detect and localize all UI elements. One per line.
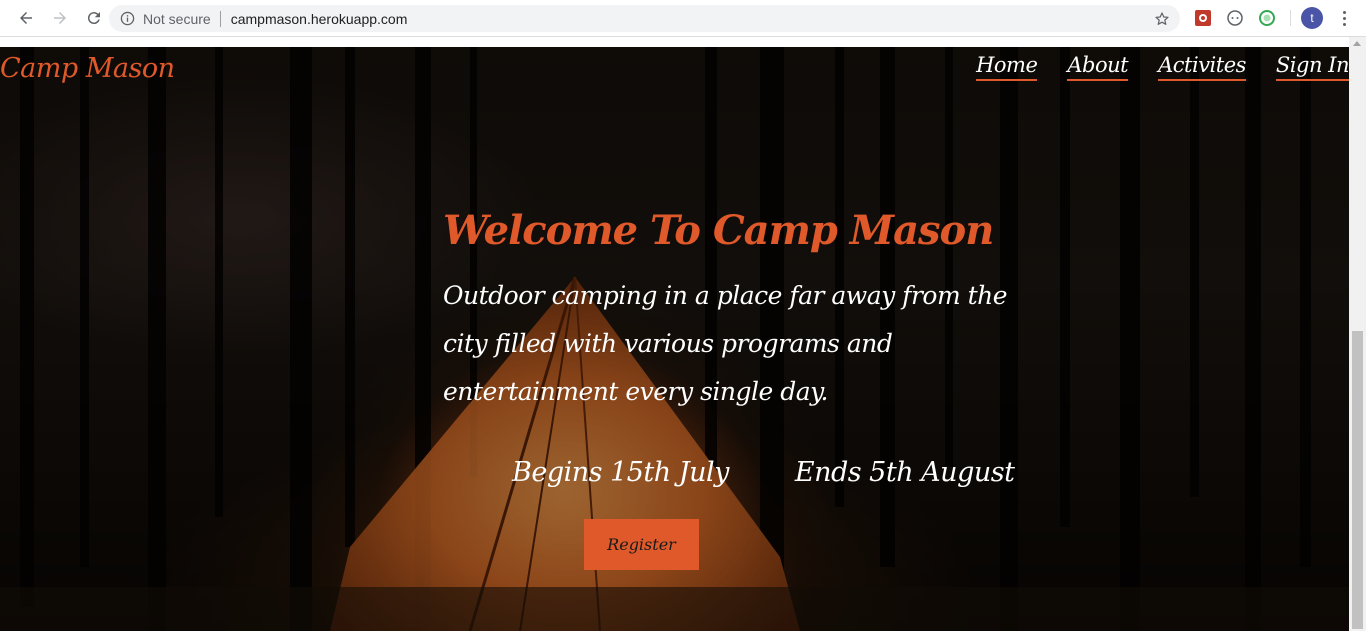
reload-icon (87, 12, 100, 25)
end-date: Ends 5th August (794, 457, 1015, 488)
nav-about[interactable]: About (1067, 53, 1129, 81)
back-arrow-icon (20, 12, 32, 24)
omnibox-separator (219, 10, 221, 27)
register-button[interactable]: Register (584, 519, 699, 570)
page-scrollbar[interactable] (1349, 37, 1366, 631)
hero-title: Welcome To Camp Mason (443, 207, 994, 254)
begin-date: Begins 15th July (512, 457, 729, 488)
star-icon[interactable] (1152, 9, 1172, 29)
profile-avatar[interactable]: t (1301, 7, 1323, 29)
back-button[interactable] (10, 2, 42, 34)
toolbar-divider (1290, 10, 1291, 26)
scroll-up-arrow-icon[interactable] (1353, 41, 1361, 46)
page-viewport: Camp Mason Home About Activites Sign In … (0, 47, 1349, 631)
reload-button[interactable] (78, 2, 110, 34)
extension-icon[interactable] (1257, 8, 1277, 28)
browser-toolbar: Not secure campmason.herokuapp.com t (0, 0, 1366, 37)
nav-home[interactable]: Home (976, 53, 1038, 81)
security-label[interactable]: Not secure (143, 11, 211, 27)
forward-arrow-icon (54, 12, 66, 24)
info-icon[interactable] (119, 11, 135, 27)
site-nav: Home About Activites Sign In (976, 53, 1349, 81)
nav-activities[interactable]: Activites (1158, 53, 1246, 81)
nav-sign-in[interactable]: Sign In (1275, 53, 1349, 81)
extension-icon[interactable] (1193, 8, 1213, 28)
url-text[interactable]: campmason.herokuapp.com (231, 11, 408, 27)
menu-dots-icon[interactable] (1336, 8, 1352, 28)
extension-icon[interactable] (1225, 8, 1245, 28)
forward-button[interactable] (44, 2, 76, 34)
address-bar[interactable]: Not secure campmason.herokuapp.com (109, 5, 1180, 32)
scroll-thumb[interactable] (1352, 331, 1363, 629)
site-brand[interactable]: Camp Mason (0, 53, 175, 84)
hero-description: Outdoor camping in a place far away from… (443, 281, 1008, 406)
camp-dates: Begins 15th July Ends 5th August (512, 457, 1015, 488)
